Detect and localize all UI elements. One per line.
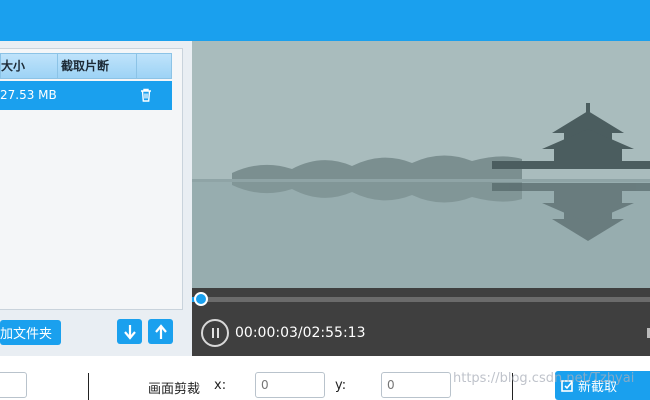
- list-item[interactable]: 27.53 MB: [0, 81, 172, 110]
- seek-handle[interactable]: [194, 292, 208, 306]
- crop-x-field[interactable]: [255, 372, 325, 398]
- crop-label: 画面剪裁: [148, 382, 201, 397]
- list-header: 大小 截取片断: [0, 53, 172, 79]
- trash-icon[interactable]: [138, 87, 154, 103]
- file-size: 27.53 MB: [0, 88, 57, 102]
- title-bar: [0, 0, 650, 41]
- video-preview[interactable]: [192, 41, 650, 288]
- add-folder-button[interactable]: 加文件夹: [0, 320, 61, 345]
- column-size[interactable]: 大小: [1, 54, 58, 78]
- watermark: https://blog.csdn.net/Tzhyai: [453, 371, 635, 386]
- video-frame-image: [192, 41, 650, 288]
- file-list-panel: 大小 截取片断 27.53 MB: [0, 48, 183, 310]
- arrow-up-icon: [154, 323, 167, 339]
- column-clip[interactable]: 截取片断: [57, 54, 137, 78]
- seek-bar[interactable]: [192, 297, 650, 302]
- left-value-field[interactable]: [0, 372, 27, 398]
- arrow-down-icon: [123, 324, 136, 340]
- move-down-button[interactable]: [117, 319, 142, 344]
- pause-icon[interactable]: [201, 319, 229, 347]
- x-label: x:: [214, 378, 227, 393]
- move-up-button[interactable]: [148, 319, 173, 344]
- crop-y-field[interactable]: [381, 372, 451, 398]
- y-label: y:: [335, 378, 347, 393]
- player-controls: 00:00:03/02:55:13: [192, 288, 650, 356]
- playback-time: 00:00:03/02:55:13: [235, 325, 366, 341]
- divider: [88, 373, 89, 400]
